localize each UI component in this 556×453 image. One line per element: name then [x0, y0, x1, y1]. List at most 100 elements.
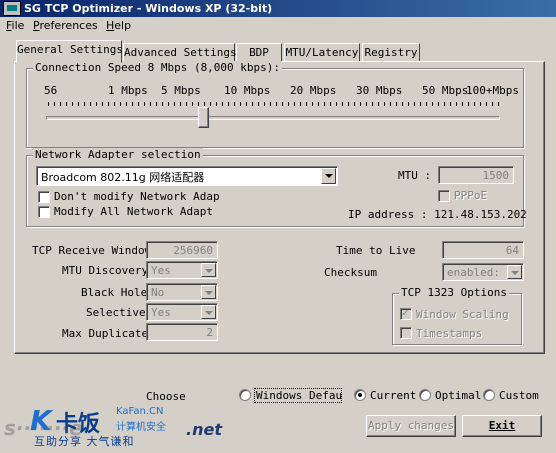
modify-all-adapters-label: Modify All Network Adapt [54, 205, 213, 218]
tcp-receive-window-field[interactable]: 256960 [146, 241, 218, 259]
menu-preferences[interactable]: Preferences [33, 18, 98, 33]
slider-tick [252, 102, 253, 106]
window-title: SG TCP Optimizer - Windows XP (32-bit) [24, 2, 273, 15]
mtu-discovery-label: MTU Discovery [62, 264, 149, 277]
slider-tick [336, 102, 337, 106]
menu-file[interactable]: File [6, 18, 24, 33]
slider-tick [150, 102, 151, 106]
pppoe-checkbox[interactable] [438, 190, 450, 202]
slider-tick [138, 102, 139, 106]
slider-tick [426, 102, 427, 106]
radio-current-label: Current [370, 389, 417, 402]
exit-button[interactable]: Exit [462, 415, 542, 437]
window-scaling-checkbox[interactable] [400, 306, 412, 320]
slider-tick [78, 102, 79, 106]
slider-tick [240, 102, 241, 106]
scale-label: 10 Mbps [224, 84, 271, 97]
slider-tick [486, 102, 487, 106]
slider-tick [438, 102, 439, 106]
slider-tick [168, 102, 169, 106]
tab-general-settings[interactable]: General Settings [16, 40, 123, 63]
pppoe-label: PPPoE [454, 189, 488, 202]
black-hole-select[interactable]: No [146, 283, 218, 301]
slider-tick [390, 102, 391, 106]
chevron-down-icon[interactable] [201, 285, 216, 299]
slider-tick [360, 102, 361, 106]
adapter-select[interactable]: Broadcom 802.11g 网络适配器 [36, 166, 338, 186]
radio-windows-default[interactable] [239, 389, 251, 401]
slider-tick [420, 102, 421, 106]
slider-tick [378, 102, 379, 106]
watermark-net: .net [186, 420, 222, 439]
slider-tick [444, 102, 445, 106]
ttl-field[interactable]: 64 [442, 241, 524, 259]
slider-tick [234, 102, 235, 106]
slider-tick [174, 102, 175, 106]
slider-tick [102, 102, 103, 106]
app-icon[interactable] [3, 1, 21, 16]
max-duplicate-field[interactable]: 2 [146, 323, 218, 341]
scale-label: 5 Mbps [161, 84, 201, 97]
chevron-down-icon[interactable] [321, 168, 336, 184]
slider-tick [480, 102, 481, 106]
tab-advanced-settings[interactable]: Advanced Settings [123, 43, 237, 62]
slider-tick [192, 102, 193, 106]
tcp-receive-window-label: TCP Receive Window [32, 244, 152, 257]
slider-tick [354, 102, 355, 106]
slider-tick [204, 102, 205, 106]
chevron-down-icon[interactable] [201, 263, 216, 277]
slider-tick [162, 102, 163, 106]
tcp1323-title: TCP 1323 Options [399, 286, 509, 299]
slider-tick [108, 102, 109, 106]
selective-select[interactable]: Yes [146, 303, 218, 321]
dont-modify-adapter-checkbox[interactable] [38, 191, 50, 203]
slider-tick [216, 102, 217, 106]
tab-registry[interactable]: Registry [362, 43, 420, 62]
slider-tick [414, 102, 415, 106]
slider-tick [492, 102, 493, 106]
slider-tick [270, 102, 271, 106]
slider-tick [372, 102, 373, 106]
modify-all-adapters-checkbox[interactable] [38, 206, 50, 218]
checksum-select[interactable]: enabled: 0 [442, 263, 524, 281]
speed-slider-track[interactable] [46, 116, 500, 120]
menu-bar: File Preferences Help [0, 17, 556, 35]
title-bar: SG TCP Optimizer - Windows XP (32-bit) [0, 0, 556, 17]
slider-tick [66, 102, 67, 106]
checksum-label: Checksum [324, 266, 377, 279]
slider-tick [126, 102, 127, 106]
chevron-down-icon[interactable] [201, 305, 216, 319]
chevron-down-icon[interactable] [507, 265, 522, 279]
scale-label: 1 Mbps [108, 84, 148, 97]
radio-custom[interactable] [483, 389, 495, 401]
tab-mtu-latency[interactable]: MTU/Latency [284, 43, 360, 62]
speed-slider-thumb[interactable] [198, 107, 209, 128]
radio-custom-label: Custom [499, 389, 539, 402]
menu-help[interactable]: Help [106, 18, 131, 33]
slider-tick [408, 102, 409, 106]
connection-speed-group: Connection Speed 8 Mbps (8,000 kbps): [26, 61, 524, 148]
slider-tick [84, 102, 85, 106]
slider-tick [312, 102, 313, 106]
tab-bdp[interactable]: BDP [236, 43, 282, 62]
slider-tick [60, 102, 61, 106]
slider-tick [306, 102, 307, 106]
slider-tick [288, 102, 289, 106]
scale-label: 56 [44, 84, 58, 97]
slider-tick [114, 102, 115, 106]
radio-optimal[interactable] [419, 389, 431, 401]
slider-tick [198, 102, 199, 106]
slider-tick [384, 102, 385, 106]
slider-tick [348, 102, 349, 106]
timestamps-checkbox[interactable] [400, 327, 412, 339]
slider-tick [468, 102, 469, 106]
watermark-domain: KaFan.CN [116, 406, 164, 417]
apply-changes-button[interactable]: Apply changes [366, 415, 456, 437]
slider-tick [96, 102, 97, 106]
radio-current[interactable] [354, 389, 366, 401]
slider-tick [294, 102, 295, 106]
mtu-field[interactable]: 1500 [438, 166, 514, 184]
slider-tick [54, 102, 55, 106]
mtu-discovery-select[interactable]: Yes [146, 261, 218, 279]
timestamps-label: Timestamps [416, 327, 483, 340]
